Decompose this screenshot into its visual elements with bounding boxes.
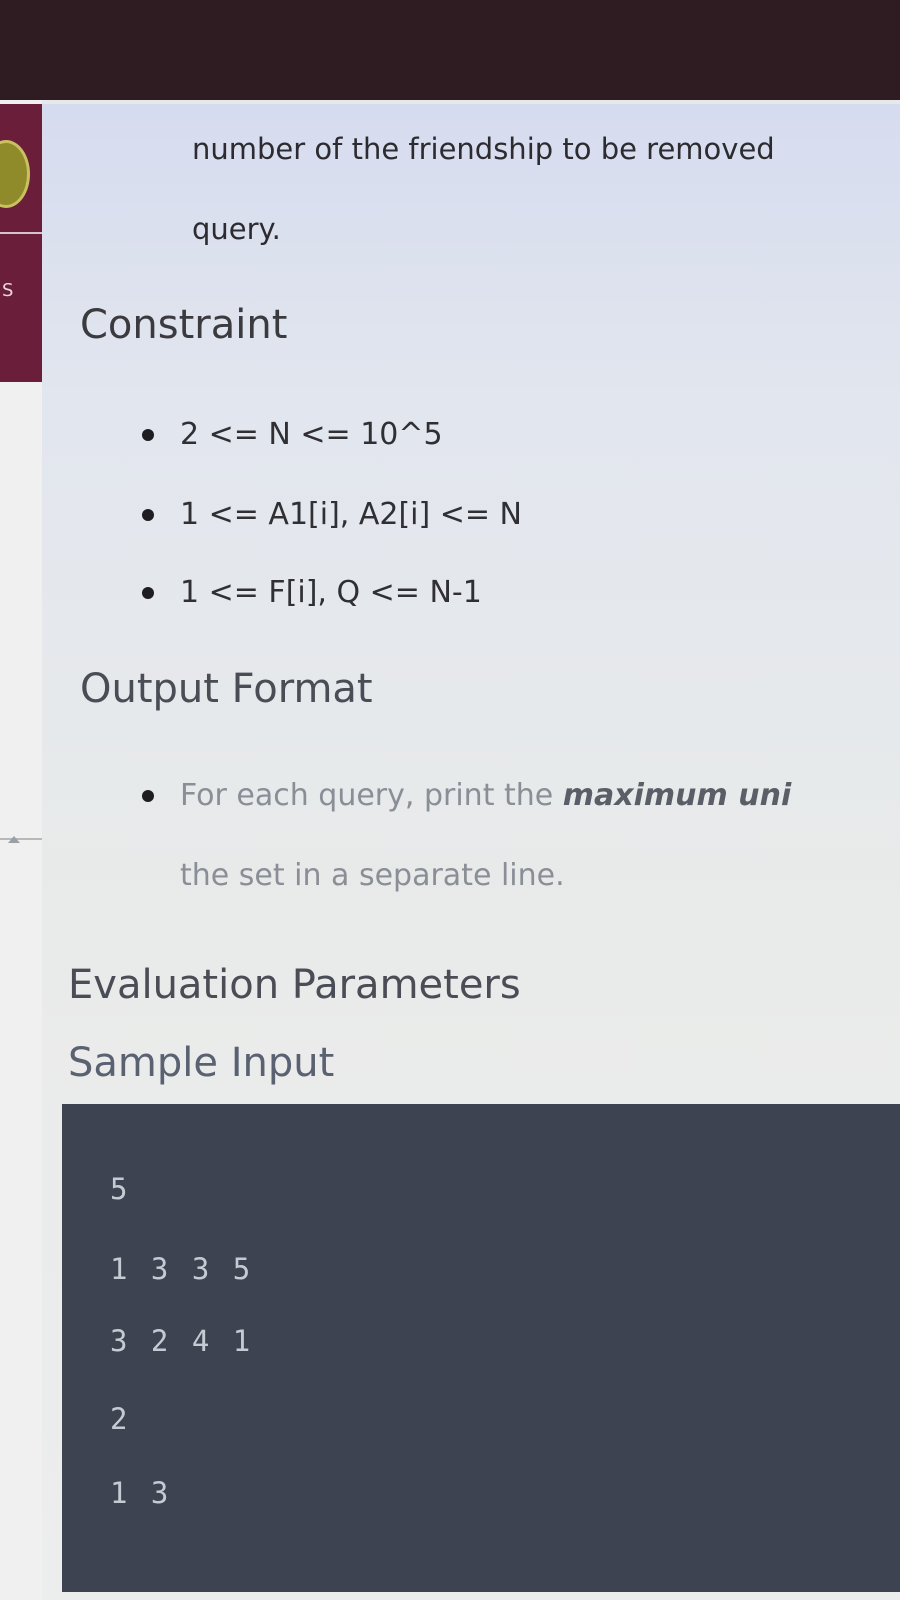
code-line: 1 3 [110, 1476, 172, 1510]
bullet-icon [142, 789, 154, 802]
code-line: 3 2 4 1 [110, 1324, 254, 1358]
constraint-heading: Constraint [80, 302, 288, 348]
bullet-icon [142, 586, 154, 599]
code-line: 5 [110, 1172, 131, 1206]
browser-top-bar [0, 0, 900, 100]
output-format-prefix: For each query, print the [180, 778, 563, 813]
sample-input-code-block[interactable]: 5 1 3 3 5 3 2 4 1 2 1 3 [62, 1104, 900, 1592]
constraint-text: 2 <= N <= 10^5 [180, 417, 443, 452]
input-description-line-1: number of the friendship to be removed [192, 132, 775, 166]
problem-statement-panel: number of the friendship to be removed q… [42, 104, 900, 1600]
code-line: 1 3 3 5 [110, 1252, 254, 1286]
output-format-item: For each query, print the maximum uni [142, 778, 791, 813]
output-format-emphasis: maximum uni [562, 778, 792, 813]
input-description-line-2: query. [192, 212, 281, 246]
output-format-text: For each query, print the maximum uni [180, 778, 791, 813]
collapse-caret-icon[interactable] [8, 836, 20, 843]
constraint-item: 1 <= A1[i], A2[i] <= N [142, 497, 522, 532]
sidebar-separator [0, 838, 42, 840]
bullet-icon [142, 428, 154, 441]
sample-input-heading: Sample Input [68, 1040, 335, 1086]
sidebar-item-label[interactable]: S [2, 280, 13, 301]
output-format-line-2: the set in a separate line. [180, 858, 565, 893]
sidebar-divider [0, 232, 42, 234]
bullet-icon [142, 508, 154, 521]
code-line: 2 [110, 1402, 131, 1436]
constraint-item: 2 <= N <= 10^5 [142, 417, 443, 452]
constraint-text: 1 <= F[i], Q <= N-1 [180, 575, 482, 610]
constraint-item: 1 <= F[i], Q <= N-1 [142, 575, 482, 610]
output-format-heading: Output Format [80, 666, 373, 712]
evaluation-parameters-heading: Evaluation Parameters [68, 962, 521, 1008]
constraint-text: 1 <= A1[i], A2[i] <= N [180, 497, 522, 532]
